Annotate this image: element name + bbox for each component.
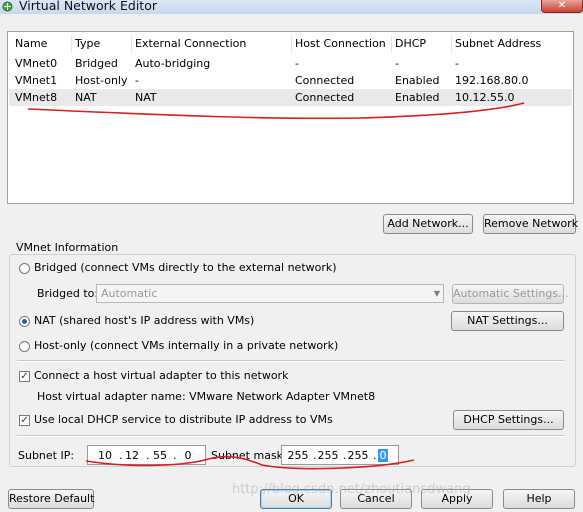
cell-external-connection: -: [135, 74, 139, 87]
cell-subnet-address: -: [455, 57, 459, 70]
octet-separator: .: [373, 449, 377, 462]
column-divider[interactable]: [391, 35, 392, 52]
watermark: http://blog.csdn.net/zhoutiansdwang: [232, 482, 471, 497]
close-button[interactable]: ✕: [541, 0, 583, 13]
chevron-down-icon: ▼: [433, 289, 440, 298]
cell-type: Bridged: [75, 57, 118, 70]
column-header-subnet-address[interactable]: Subnet Address: [455, 37, 541, 50]
dhcp-label[interactable]: Use local DHCP service to distribute IP …: [34, 413, 333, 426]
group-title: VMnet Information: [14, 241, 121, 254]
cell-name: VMnet8: [15, 91, 58, 104]
mask-octet-selected: 0: [378, 449, 388, 462]
remove-network-button[interactable]: Remove Network: [483, 214, 578, 234]
title-bar: Virtual Network Editor ✕: [0, 0, 583, 14]
table-row[interactable]: VMnet1 Host-only - Connected Enabled 192…: [9, 72, 572, 89]
ip-octet: 0: [184, 449, 192, 462]
cell-type: Host-only: [75, 74, 128, 87]
table-header: Name Type External Connection Host Conne…: [9, 35, 572, 52]
column-divider[interactable]: [71, 35, 72, 52]
bridged-to-value: Automatic: [101, 287, 158, 300]
column-divider[interactable]: [131, 35, 132, 52]
cell-host-connection: Connected: [295, 91, 355, 104]
nat-label[interactable]: NAT (shared host's IP address with VMs): [34, 314, 254, 327]
cell-type: NAT: [75, 91, 97, 104]
subnet-ip-input[interactable]: 10 . 12 . 55 . 0: [87, 445, 206, 465]
divider: [17, 360, 564, 362]
column-header-name[interactable]: Name: [15, 37, 47, 50]
bridged-to-select[interactable]: Automatic ▼: [96, 284, 444, 303]
ip-octet: 12: [125, 449, 139, 462]
cell-dhcp: -: [395, 57, 399, 70]
dhcp-checkbox[interactable]: ✓: [19, 415, 30, 426]
bridged-label[interactable]: Bridged (connect VMs directly to the ext…: [34, 261, 337, 274]
cell-subnet-address: 192.168.80.0: [455, 74, 529, 87]
vmware-network-icon: [2, 1, 13, 12]
column-divider[interactable]: [291, 35, 292, 52]
connect-adapter-checkbox[interactable]: ✓: [19, 371, 30, 382]
octet-separator: .: [173, 449, 177, 462]
subnet-mask-input[interactable]: 255 . 255 . 255 . 0: [281, 445, 399, 465]
column-header-external-connection[interactable]: External Connection: [135, 37, 246, 50]
divider: [17, 435, 564, 437]
cell-name: VMnet0: [15, 57, 58, 70]
column-header-type[interactable]: Type: [75, 37, 100, 50]
column-header-host-connection[interactable]: Host Connection: [295, 37, 386, 50]
cell-subnet-address: 10.12.55.0: [455, 91, 515, 104]
table-row-selected[interactable]: VMnet8 NAT NAT Connected Enabled 10.12.5…: [9, 89, 572, 106]
cell-dhcp: Enabled: [395, 91, 440, 104]
mask-octet: 255: [317, 449, 339, 462]
column-divider[interactable]: [451, 35, 452, 52]
host-only-radio[interactable]: [19, 341, 30, 352]
dhcp-settings-button[interactable]: DHCP Settings...: [453, 410, 564, 430]
table-row[interactable]: VMnet0 Bridged Auto-bridging - - -: [9, 55, 572, 72]
help-button[interactable]: Help: [503, 489, 575, 509]
automatic-settings-button[interactable]: Automatic Settings...: [452, 284, 569, 304]
mask-octet: 255: [287, 449, 309, 462]
cell-dhcp: Enabled: [395, 74, 440, 87]
bridged-to-label: Bridged to:: [37, 287, 99, 300]
column-header-dhcp[interactable]: DHCP: [395, 37, 426, 50]
radio-selected-dot: [22, 319, 27, 324]
cell-external-connection: NAT: [135, 91, 157, 104]
restore-default-button[interactable]: Restore Default: [8, 489, 94, 509]
cell-name: VMnet1: [15, 74, 58, 87]
bridged-radio[interactable]: [19, 263, 30, 274]
host-only-label[interactable]: Host-only (connect VMs internally in a p…: [34, 339, 338, 352]
mask-octet: 255: [347, 449, 369, 462]
add-network-button[interactable]: Add Network...: [383, 214, 473, 234]
subnet-ip-label: Subnet IP:: [18, 449, 75, 462]
adapter-name-text: Host virtual adapter name: VMware Networ…: [37, 390, 376, 403]
cell-external-connection: Auto-bridging: [135, 57, 211, 70]
ip-octet: 10: [98, 449, 112, 462]
cell-host-connection: -: [295, 57, 299, 70]
subnet-mask-label: Subnet mask:: [211, 449, 287, 462]
nat-radio[interactable]: [19, 316, 30, 327]
window-title: Virtual Network Editor: [19, 0, 157, 13]
network-table: Name Type External Connection Host Conne…: [7, 31, 574, 204]
cell-host-connection: Connected: [295, 74, 355, 87]
nat-settings-button[interactable]: NAT Settings...: [451, 311, 564, 331]
ip-octet: 55: [153, 449, 167, 462]
connect-adapter-label[interactable]: Connect a host virtual adapter to this n…: [34, 369, 288, 382]
